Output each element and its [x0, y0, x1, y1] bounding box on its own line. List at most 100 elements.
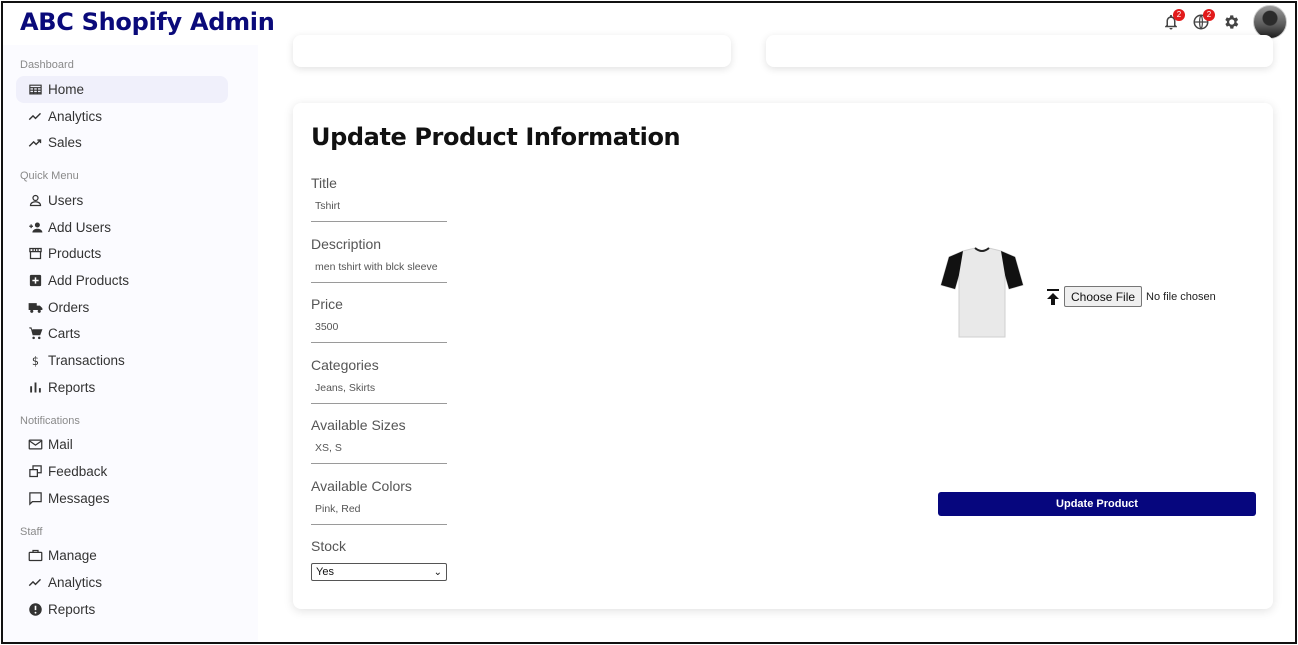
timeline-icon [26, 108, 44, 124]
sidebar-item-users[interactable]: Users [16, 187, 228, 214]
notifications-badge: 2 [1173, 9, 1185, 21]
sidebar-item-add-products[interactable]: Add Products [16, 267, 228, 294]
sidebar-item-label: Mail [48, 437, 73, 453]
field-label: Price [311, 296, 343, 312]
sidebar-item-label: Analytics [48, 575, 103, 591]
sidebar-item-label: Add Users [48, 219, 112, 235]
sidebar-item-label: Add Products [48, 272, 130, 288]
choose-file-button[interactable]: Choose File [1064, 286, 1143, 307]
alert-circle-icon [26, 601, 44, 617]
sidebar: Dashboard Home Analytics Sales Quick Men… [3, 45, 258, 642]
sidebar-item-mail[interactable]: Mail [16, 432, 228, 459]
sidebar-section-dashboard: Dashboard Home Analytics Sales [3, 59, 258, 156]
summary-card-right [766, 35, 1273, 67]
feedback-icon [26, 464, 44, 480]
sidebar-item-add-users[interactable]: Add Users [16, 214, 228, 241]
title-input[interactable]: Tshirt [311, 200, 447, 222]
sidebar-item-label: Messages [48, 490, 110, 506]
sidebar-item-label: Products [48, 246, 102, 262]
section-title: Quick Menu [20, 170, 79, 183]
gear-icon [1225, 15, 1239, 29]
timeline-icon [26, 575, 44, 591]
sidebar-item-label: Sales [48, 135, 82, 151]
stock-select[interactable]: Yes ⌄ [311, 563, 447, 581]
update-product-button[interactable]: Update Product [938, 492, 1256, 516]
avatar[interactable] [1253, 5, 1287, 39]
mail-icon [26, 437, 44, 453]
sidebar-item-products[interactable]: Products [16, 240, 228, 267]
description-input[interactable]: men tshirt with blck sleeve [311, 261, 447, 283]
product-image [940, 247, 1024, 338]
sidebar-item-label: Feedback [48, 464, 108, 480]
field-label: Title [311, 175, 337, 191]
sidebar-item-staff-analytics[interactable]: Analytics [16, 569, 228, 596]
cart-icon [26, 326, 44, 342]
stock-field: Stock Yes ⌄ [311, 538, 451, 599]
field-label: Available Sizes [311, 417, 406, 433]
sidebar-item-analytics[interactable]: Analytics [16, 103, 228, 130]
person-icon [26, 192, 44, 208]
sidebar-item-transactions[interactable]: $ Transactions [16, 347, 228, 374]
sidebar-item-label: Reports [48, 601, 96, 617]
colors-input[interactable]: Pink, Red [311, 503, 447, 525]
section-title: Staff [20, 525, 43, 538]
upload-icon[interactable] [1045, 288, 1061, 306]
svg-text:$: $ [31, 355, 38, 368]
table-icon [26, 81, 44, 97]
sidebar-section-notifications: Notifications Mail Feedback Messages [3, 415, 258, 512]
categories-input[interactable]: Jeans, Skirts [311, 382, 447, 404]
sidebar-item-carts[interactable]: Carts [16, 321, 228, 348]
sizes-field: Available Sizes XS, S [311, 417, 451, 478]
settings-button[interactable] [1221, 11, 1241, 33]
price-input[interactable]: 3500 [311, 321, 447, 343]
sidebar-item-label: Manage [48, 548, 97, 564]
file-status: No file chosen [1146, 290, 1216, 303]
sidebar-item-label: Analytics [48, 108, 103, 124]
chevron-down-icon: ⌄ [433, 566, 442, 578]
bar-chart-icon [26, 379, 44, 395]
colors-field: Available Colors Pink, Red [311, 478, 451, 539]
app-window: ABC Shopify Admin 2 2 Dashboard Home Ana… [1, 1, 1297, 644]
sidebar-item-sales[interactable]: Sales [16, 129, 228, 156]
sidebar-item-messages[interactable]: Messages [16, 485, 228, 512]
title-field: Title Tshirt [311, 175, 451, 236]
page-title: Update Product Information [311, 123, 681, 151]
sidebar-item-feedback[interactable]: Feedback [16, 458, 228, 485]
field-label: Categories [311, 356, 379, 373]
language-button[interactable]: 2 [1191, 9, 1215, 33]
sidebar-item-manage[interactable]: Manage [16, 543, 228, 570]
section-title: Dashboard [20, 59, 74, 71]
sidebar-section-quick-menu: Quick Menu Users Add Users Products Add … [3, 170, 258, 401]
stock-selected-value: Yes [316, 566, 334, 578]
summary-card-left [293, 35, 731, 67]
sidebar-section-staff: Staff Manage Analytics Reports [3, 526, 258, 623]
person-add-icon [26, 219, 44, 235]
add-box-icon [26, 272, 44, 288]
sidebar-item-label: Users [48, 192, 84, 208]
sidebar-item-reports[interactable]: Reports [16, 374, 228, 401]
main-content: Update Product Information Title Tshirt … [258, 35, 1295, 642]
description-field: Description men tshirt with blck sleeve [311, 236, 451, 297]
price-field: Price 3500 [311, 296, 451, 357]
notifications-button[interactable]: 2 [1161, 9, 1185, 33]
app-logo[interactable]: ABC Shopify Admin [20, 8, 275, 36]
sidebar-item-orders[interactable]: Orders [16, 294, 228, 321]
sidebar-item-home[interactable]: Home [16, 76, 228, 103]
sidebar-item-staff-reports[interactable]: Reports [16, 596, 228, 623]
truck-icon [26, 299, 44, 315]
storefront-icon [26, 246, 44, 262]
sidebar-item-label: Home [48, 81, 85, 97]
update-product-card: Update Product Information Title Tshirt … [293, 103, 1273, 609]
field-label: Available Colors [311, 477, 412, 494]
sizes-input[interactable]: XS, S [311, 442, 447, 464]
section-title: Notifications [20, 414, 80, 427]
image-upload: Choose File No file chosen [1045, 286, 1216, 307]
field-label: Stock [311, 538, 347, 554]
product-form: Title Tshirt Description men tshirt with… [311, 175, 451, 599]
dollar-icon: $ [26, 353, 44, 369]
sidebar-item-label: Carts [48, 326, 81, 342]
categories-field: Categories Jeans, Skirts [311, 357, 451, 418]
sidebar-item-label: Reports [48, 379, 96, 395]
field-label: Description [311, 235, 382, 252]
top-icons: 2 2 [1161, 5, 1287, 39]
